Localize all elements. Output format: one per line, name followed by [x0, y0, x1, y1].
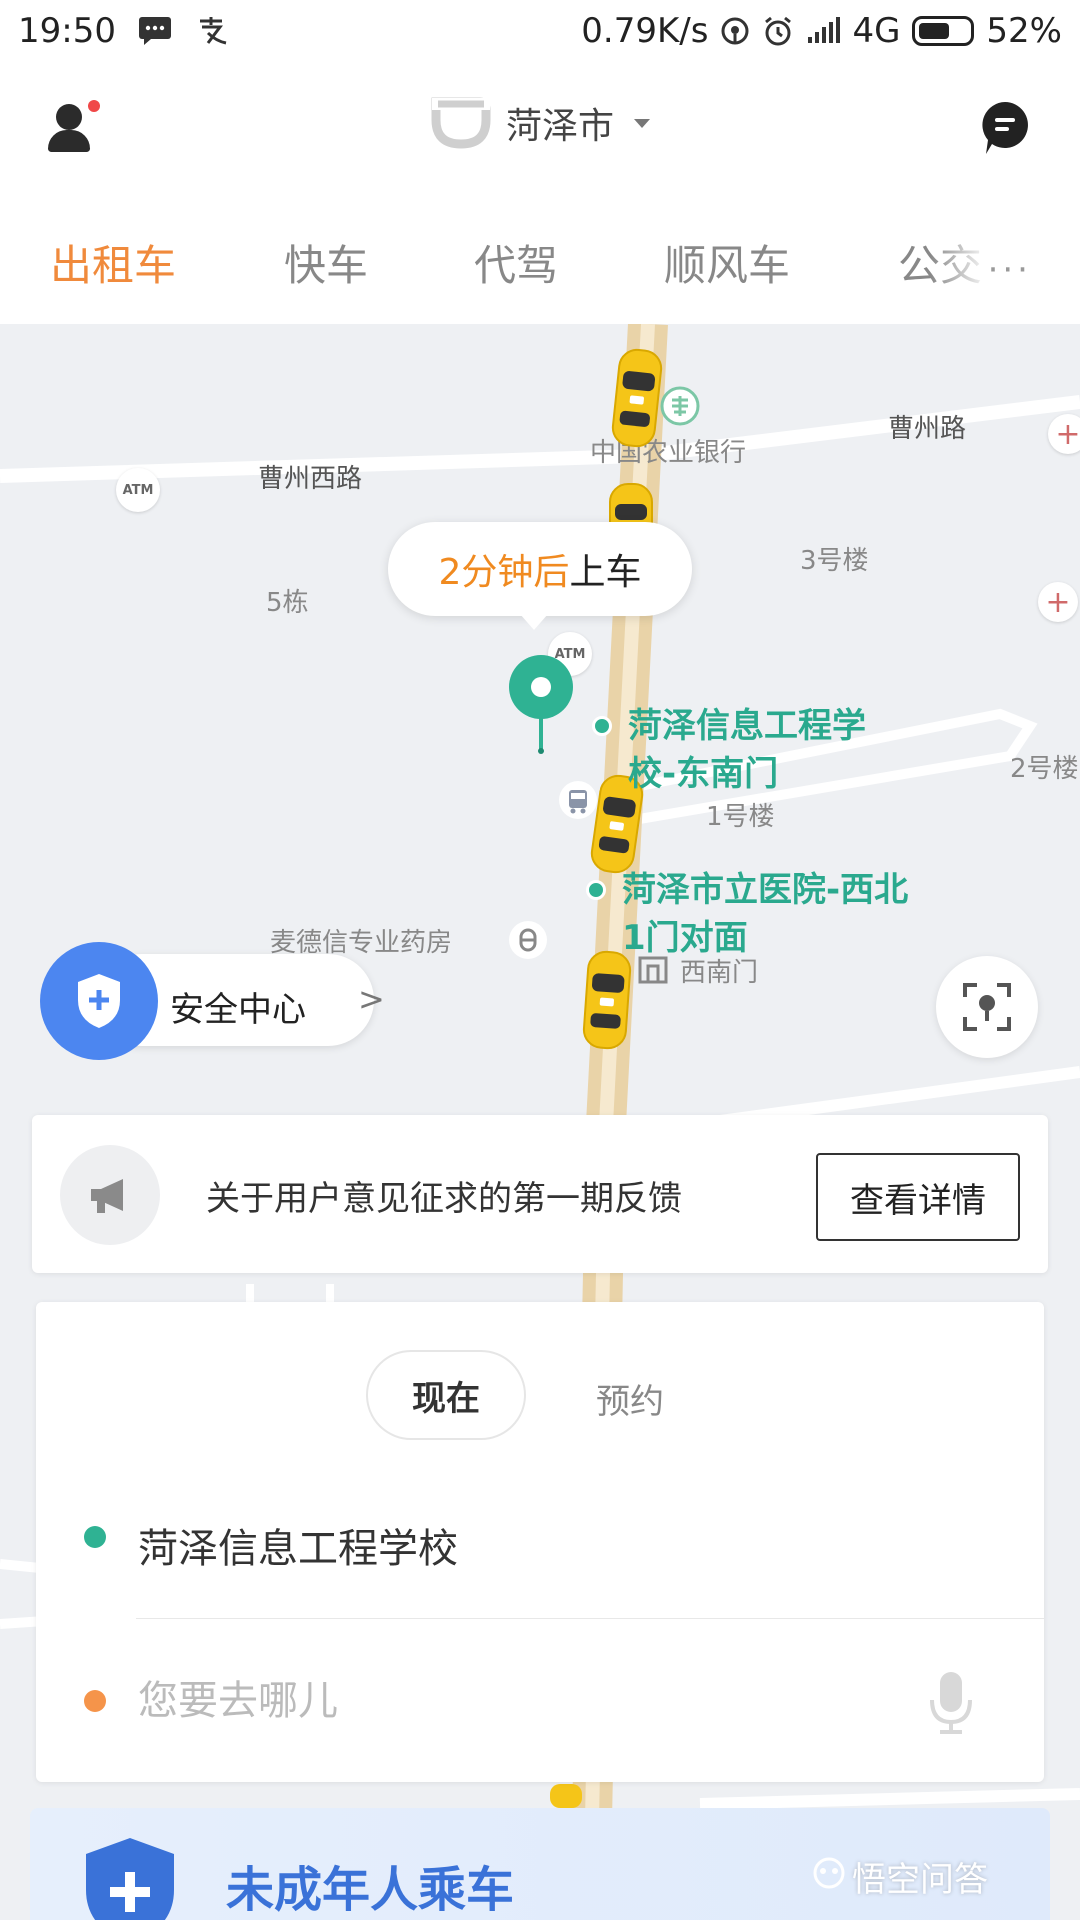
safety-center-label: 安全中心: [170, 990, 306, 1030]
shield-icon: [40, 942, 158, 1060]
battery-percent: 52%: [986, 11, 1062, 51]
eta-suffix: 上车: [569, 552, 642, 593]
order-panel: 现在 预约 菏泽信息工程学校: [36, 1302, 1044, 1782]
status-time: 19:50: [18, 11, 116, 51]
didi-logo-icon: [431, 97, 491, 149]
pharmacy-icon: [509, 921, 547, 959]
tab-designated-driver[interactable]: 代驾: [474, 232, 558, 293]
announcement-card: 关于用户意见征求的第一期反馈 查看详情: [32, 1115, 1048, 1273]
message-bubble-icon[interactable]: [980, 100, 1030, 156]
city-selector[interactable]: 菏泽市: [430, 96, 651, 150]
chevron-right-icon: >: [358, 980, 385, 1018]
atm-icon: ATM: [116, 468, 160, 512]
locate-icon: [963, 983, 1011, 1031]
signal-icon: [806, 17, 841, 45]
safety-center-button[interactable]: 安全中心 >: [40, 942, 385, 1060]
time-reserve-tab[interactable]: 预约: [596, 1374, 664, 1423]
message-icon: [138, 16, 172, 46]
shield-icon: [86, 1838, 174, 1920]
pickup-point-marker[interactable]: [586, 880, 606, 900]
alarm-icon: [762, 15, 794, 47]
hospital-icon: +: [1038, 582, 1078, 622]
tab-taxi[interactable]: 出租车: [50, 232, 176, 293]
alipay-icon: [194, 15, 228, 47]
network-type: 4G: [852, 11, 901, 51]
destination-input[interactable]: [138, 1678, 818, 1724]
hospital-icon: +: [1048, 414, 1080, 454]
map-label-building: 3号楼: [800, 546, 869, 576]
watermark: 悟空问答: [852, 1860, 988, 1900]
bus-stop-icon: [559, 781, 597, 819]
eta-bubble: 2分钟后 上车: [388, 522, 692, 630]
chevron-down-icon: [634, 118, 651, 128]
notification-dot: [88, 100, 100, 112]
view-details-button[interactable]: 查看详情: [816, 1153, 1020, 1241]
origin-dot-icon: [84, 1526, 106, 1548]
map-label-building: 5栋: [266, 588, 309, 618]
map-label-building: 2号楼: [1010, 754, 1079, 784]
pickup-point-marker[interactable]: [592, 716, 612, 736]
network-speed: 0.79K/s: [581, 11, 709, 51]
origin-field[interactable]: 菏泽信息工程学校: [138, 1516, 458, 1574]
service-tabs: 出租车 快车 代驾 顺风车 公交 ···: [0, 192, 1080, 324]
eta-time: 2分钟后: [438, 552, 570, 593]
taxi-car-icon: [582, 950, 632, 1050]
announcement-text: 关于用户意见征求的第一期反馈: [206, 1179, 682, 1219]
tab-express[interactable]: 快车: [284, 232, 368, 293]
battery-icon: [912, 16, 975, 46]
destination-dot-icon: [84, 1690, 106, 1712]
time-now-tab[interactable]: 现在: [366, 1350, 526, 1440]
microphone-icon[interactable]: [928, 1670, 974, 1736]
bank-icon: [660, 386, 700, 426]
tab-carpool[interactable]: 顺风车: [664, 232, 790, 293]
app-header: 菏泽市: [0, 62, 1080, 192]
megaphone-icon: [60, 1145, 160, 1245]
city-name: 菏泽市: [506, 106, 615, 147]
hotspot-icon: [720, 16, 750, 46]
pickup-pin-icon[interactable]: [508, 654, 574, 754]
profile-icon[interactable]: [40, 100, 100, 160]
map-label-building: 1号楼: [706, 802, 775, 832]
banner-title: 未成年人乘车: [226, 1862, 515, 1918]
pickup-point-label[interactable]: 菏泽信息工程学 校-东南门: [628, 702, 866, 798]
map-label-road: 曹州西路: [258, 464, 363, 494]
pickup-point-label[interactable]: 菏泽市立医院-西北 1门对面: [622, 866, 908, 962]
map-label-road: 曹州路: [888, 414, 967, 444]
locate-me-button[interactable]: [936, 956, 1038, 1058]
wukong-logo-icon: [813, 1857, 845, 1889]
more-tabs-icon[interactable]: ···: [988, 250, 1032, 290]
status-bar: 19:50 0.79K/s 4G 52%: [0, 0, 1080, 62]
